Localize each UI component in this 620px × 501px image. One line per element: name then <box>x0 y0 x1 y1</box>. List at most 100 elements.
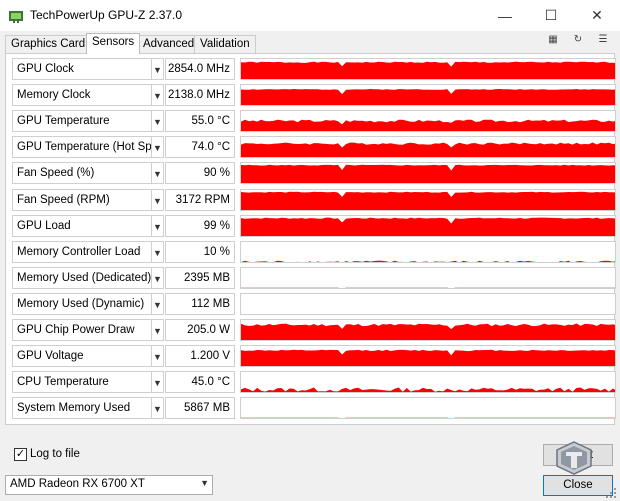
sensor-graph <box>240 188 616 211</box>
sensor-name: GPU Chip Power Draw <box>12 319 152 341</box>
sensor-graph-area <box>241 165 615 184</box>
sensor-graph-area <box>241 287 615 288</box>
chevron-down-icon: ▼ <box>153 143 162 154</box>
sensor-name: System Memory Used <box>12 397 152 420</box>
sensor-name: Fan Speed (%) <box>12 162 152 185</box>
sensor-row: GPU Chip Power Draw ▼ 205.0 W <box>12 319 616 341</box>
sensor-dropdown-button[interactable]: ▼ <box>152 58 164 80</box>
sensor-graph-area <box>241 191 615 210</box>
tab-graphics-card[interactable]: Graphics Card <box>5 35 92 53</box>
sensor-graph <box>240 345 616 368</box>
gpu-selector-dropdown[interactable]: AMD Radeon RX 6700 XT ▼ <box>5 475 213 495</box>
sensor-name: GPU Temperature (Hot Spot) <box>12 136 152 159</box>
sensor-value: 112 MB <box>165 292 235 315</box>
sensor-graph-plot <box>241 418 615 419</box>
sensor-graph-plot <box>241 61 615 79</box>
sensor-graph <box>240 292 616 315</box>
sensor-name: GPU Load <box>12 214 152 237</box>
sensor-graph <box>240 162 616 185</box>
sensor-dropdown-button[interactable]: ▼ <box>152 397 164 420</box>
sensor-dropdown-button[interactable]: ▼ <box>152 292 164 315</box>
sensor-dropdown-button[interactable]: ▼ <box>152 240 164 263</box>
chevron-down-icon: ▼ <box>153 195 162 206</box>
sensor-graph <box>240 136 616 159</box>
sensor-name: GPU Temperature <box>12 110 152 133</box>
chevron-down-icon: ▼ <box>153 169 162 180</box>
sensor-graph-area <box>241 142 615 158</box>
sensor-value: 2138.0 MHz <box>165 84 235 107</box>
sensor-value: 2854.0 MHz <box>165 58 235 80</box>
sensor-graph <box>240 110 616 133</box>
sensor-name: GPU Voltage <box>12 345 152 368</box>
sensor-value: 55.0 °C <box>165 110 235 133</box>
sensor-graph-area <box>241 418 615 419</box>
sensor-dropdown-button[interactable]: ▼ <box>152 319 164 341</box>
sensor-dropdown-button[interactable]: ▼ <box>152 371 164 394</box>
window-title: TechPowerUp GPU-Z 2.37.0 <box>30 8 183 22</box>
sensor-value: 10 % <box>165 240 235 263</box>
chevron-down-icon: ▼ <box>153 117 162 128</box>
chevron-down-icon: ▼ <box>153 404 162 415</box>
tab-sensors[interactable]: Sensors <box>86 33 141 54</box>
maximize-button[interactable]: ☐ <box>528 0 574 31</box>
tab-validation[interactable]: Validation <box>194 35 256 53</box>
sensor-row: Memory Clock ▼ 2138.0 MHz <box>12 84 616 107</box>
sensor-graph-plot <box>241 349 615 367</box>
sensor-graph-plot <box>241 260 615 262</box>
sensor-row: Memory Used (Dedicated) ▼ 2395 MB <box>12 266 616 289</box>
tab-advanced[interactable]: Advanced <box>137 35 201 53</box>
sensor-dropdown-button[interactable]: ▼ <box>152 110 164 133</box>
sensor-value: 3172 RPM <box>165 188 235 211</box>
sensor-graph <box>240 319 616 341</box>
sensor-dropdown-button[interactable]: ▼ <box>152 136 164 159</box>
sensor-graph-area <box>241 89 615 106</box>
sensor-graph-area <box>241 323 615 340</box>
sensor-value: 90 % <box>165 162 235 185</box>
sensor-name: Memory Clock <box>12 84 152 107</box>
sensor-dropdown-button[interactable]: ▼ <box>152 188 164 211</box>
chevron-down-icon: ▼ <box>153 247 162 258</box>
close-button[interactable]: Close <box>543 475 613 496</box>
sensor-value: 45.0 °C <box>165 371 235 394</box>
minimize-button[interactable]: — <box>482 0 528 31</box>
sensor-graph-area <box>241 61 615 79</box>
sensor-dropdown-button[interactable]: ▼ <box>152 162 164 185</box>
chevron-down-icon: ▼ <box>200 478 209 488</box>
sensor-graph-plot <box>241 142 615 158</box>
chevron-down-icon: ▼ <box>153 65 162 75</box>
sensor-graph-plot <box>241 119 615 132</box>
close-window-button[interactable]: ✕ <box>574 0 620 31</box>
sensor-dropdown-button[interactable]: ▼ <box>152 84 164 107</box>
sensor-graph <box>240 266 616 289</box>
menu-icon[interactable]: ☰ <box>596 33 610 47</box>
sensor-graph-plot <box>241 323 615 340</box>
log-to-file-checkbox[interactable]: ✓ <box>14 448 27 461</box>
sensor-row: GPU Voltage ▼ 1.200 V <box>12 345 616 368</box>
sensors-panel: GPU Clock ▼ 2854.0 MHz Memory Clock ▼ 2138.0 … <box>5 53 616 425</box>
chevron-down-icon: ▼ <box>153 378 162 389</box>
sensor-graph-area <box>241 349 615 367</box>
sensor-name: Memory Used (Dedicated) <box>12 266 152 289</box>
sensor-dropdown-button[interactable]: ▼ <box>152 345 164 368</box>
tweaktown-watermark-logo <box>556 441 592 475</box>
sensor-row: GPU Temperature (Hot Spot) ▼ 74.0 °C <box>12 136 616 159</box>
sensor-dropdown-button[interactable]: ▼ <box>152 214 164 237</box>
sensor-value: 99 % <box>165 214 235 237</box>
maximize-icon: ☐ <box>544 7 558 23</box>
chevron-down-icon: ▼ <box>153 273 162 284</box>
sensor-value: 5867 MB <box>165 397 235 420</box>
sensor-dropdown-button[interactable]: ▼ <box>152 266 164 289</box>
resize-grip-icon[interactable] <box>604 486 618 500</box>
sensor-graph-area <box>241 217 615 236</box>
sensor-name: CPU Temperature <box>12 371 152 394</box>
sensor-row: GPU Clock ▼ 2854.0 MHz <box>12 58 616 80</box>
sensor-graph <box>240 84 616 107</box>
refresh-icon[interactable]: ↻ <box>571 33 585 47</box>
sensor-row: CPU Temperature ▼ 45.0 °C <box>12 371 616 394</box>
sensor-graph <box>240 58 616 80</box>
sensor-graph-plot <box>241 387 615 393</box>
camera-icon[interactable]: ▦ <box>546 33 560 47</box>
sensor-row: Fan Speed (RPM) ▼ 3172 RPM <box>12 188 616 211</box>
log-to-file-label: Log to file <box>30 448 80 460</box>
sensor-row: Memory Controller Load ▼ 10 % <box>12 240 616 263</box>
